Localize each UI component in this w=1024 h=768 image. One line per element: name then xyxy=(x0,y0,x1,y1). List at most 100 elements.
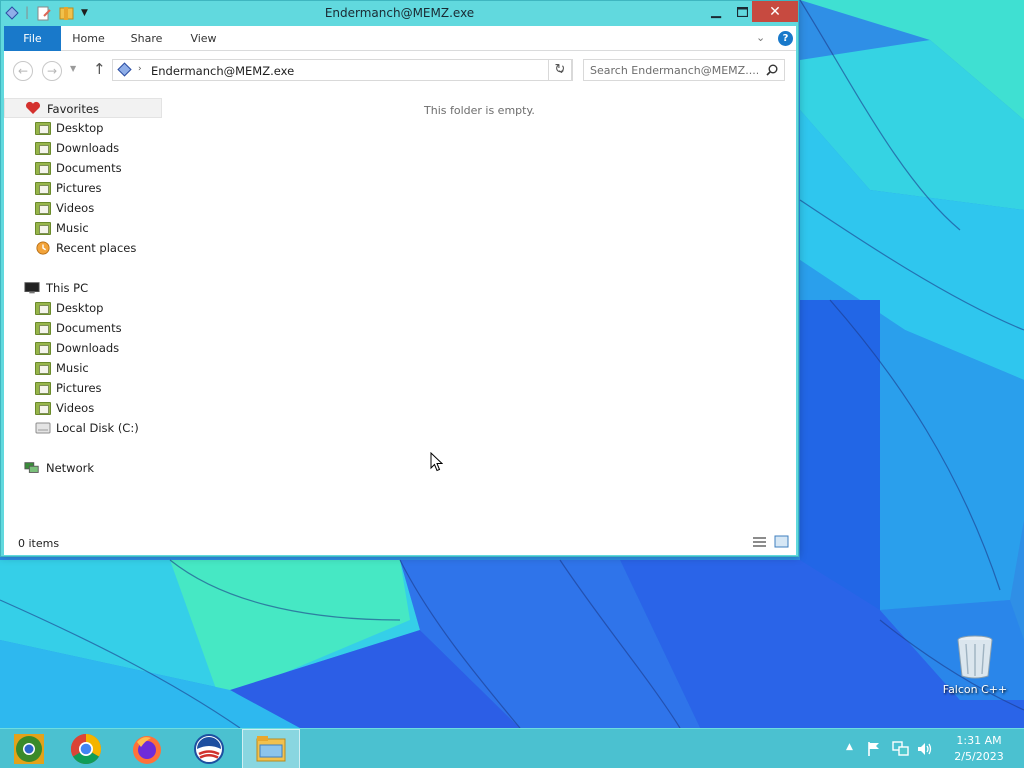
explorer-window: | ▼ Endermanch@MEMZ.exe ▁ ✕ File Home Sh… xyxy=(0,0,799,557)
obama-icon xyxy=(194,734,224,764)
downloads-folder-icon xyxy=(35,141,51,155)
nav-label: Network xyxy=(46,461,95,475)
item-count: 0 items xyxy=(18,537,60,550)
nav-pc-downloads[interactable]: Downloads xyxy=(4,338,162,358)
nav-pc-pictures[interactable]: Pictures xyxy=(4,378,162,398)
nav-fav-music[interactable]: Music xyxy=(4,218,162,238)
nav-label: This PC xyxy=(46,281,89,295)
close-button[interactable]: ✕ xyxy=(752,1,798,22)
search-icon[interactable] xyxy=(766,64,778,76)
tab-view[interactable]: View xyxy=(181,26,226,51)
taskbar-obama-app[interactable] xyxy=(180,729,238,768)
nav-pc-music[interactable]: Music xyxy=(4,358,162,378)
search-input[interactable] xyxy=(590,63,758,78)
nav-pc-documents[interactable]: Documents xyxy=(4,318,162,338)
taskbar-file-explorer[interactable] xyxy=(242,729,300,768)
help-icon[interactable]: ? xyxy=(778,31,793,46)
clock-time: 1:31 AM xyxy=(956,734,1002,747)
taskbar-chrome[interactable] xyxy=(57,729,115,768)
recycle-bin-shortcut[interactable]: Falcon C++ xyxy=(940,632,1010,700)
up-arrow-icon[interactable]: ↑ xyxy=(93,60,106,78)
heart-icon xyxy=(26,101,40,114)
clock[interactable]: 1:31 AM 2/5/2023 xyxy=(944,733,1014,765)
nav-fav-desktop[interactable]: Desktop xyxy=(4,118,162,138)
nav-pc-videos[interactable]: Videos xyxy=(4,398,162,418)
music-folder-icon xyxy=(35,361,51,375)
nav-network[interactable]: Network xyxy=(4,458,162,478)
nav-favorites[interactable]: Favorites xyxy=(4,98,162,118)
address-box[interactable]: › Endermanch@MEMZ.exe ⌄ xyxy=(112,59,573,81)
chrome-icon xyxy=(70,734,102,765)
maximize-icon xyxy=(736,6,748,17)
nav-fav-recent-places[interactable]: Recent places xyxy=(4,238,162,258)
nav-label: Videos xyxy=(56,201,95,215)
nav-label: Downloads xyxy=(56,141,120,155)
breadcrumb-chevron-icon[interactable]: › xyxy=(138,64,142,74)
nav-fav-pictures[interactable]: Pictures xyxy=(4,178,162,198)
forward-button[interactable]: → xyxy=(42,61,62,81)
taskbar-firefox[interactable] xyxy=(118,729,176,768)
desktop-folder-icon xyxy=(35,121,51,135)
network-tray-icon[interactable] xyxy=(892,741,910,757)
videos-folder-icon xyxy=(35,201,51,215)
nav-pc-local-disk[interactable]: Local Disk (C:) xyxy=(4,418,162,438)
taskbar: ▲ 1:31 AM 2/5/2023 xyxy=(0,728,1024,768)
action-center-flag-icon[interactable] xyxy=(866,741,882,757)
recycle-bin-icon xyxy=(957,635,993,679)
nav-label: Documents xyxy=(56,321,122,335)
recent-locations-icon[interactable]: ▼ xyxy=(70,64,76,73)
tab-file[interactable]: File xyxy=(4,26,61,51)
ribbon-tabs: File Home Share View ⌄ ? xyxy=(4,26,796,51)
pictures-folder-icon xyxy=(35,381,51,395)
back-arrow-icon: ← xyxy=(17,64,29,78)
network-icon xyxy=(24,462,39,473)
search-box[interactable] xyxy=(583,59,785,81)
volume-icon[interactable] xyxy=(916,741,934,757)
nav-label: Desktop xyxy=(56,301,104,315)
nav-label: Music xyxy=(56,361,89,375)
breadcrumb-path[interactable]: Endermanch@MEMZ.exe xyxy=(151,64,294,78)
expand-ribbon-icon[interactable]: ⌄ xyxy=(756,31,765,44)
nav-fav-documents[interactable]: Documents xyxy=(4,158,162,178)
tab-home[interactable]: Home xyxy=(66,26,111,51)
videos-folder-icon xyxy=(35,401,51,415)
empty-folder-message: This folder is empty. xyxy=(424,104,535,117)
taskbar-chrome-canary[interactable] xyxy=(0,729,58,768)
chrome-canary-icon xyxy=(14,734,44,764)
refresh-button[interactable]: ↻ xyxy=(548,59,572,81)
nav-fav-downloads[interactable]: Downloads xyxy=(4,138,162,158)
navigation-pane: Favorites Desktop Downloads Documents Pi… xyxy=(4,91,162,530)
clock-date: 2/5/2023 xyxy=(954,750,1004,763)
address-bar-row: ← → ▼ ↑ › Endermanch@MEMZ.exe ⌄ ↻ xyxy=(4,51,796,91)
status-bar: 0 items xyxy=(4,530,796,555)
forward-arrow-icon: → xyxy=(46,64,58,78)
firefox-icon xyxy=(133,736,161,764)
tab-share[interactable]: Share xyxy=(124,26,169,51)
documents-folder-icon xyxy=(35,321,51,335)
nav-label: Recent places xyxy=(56,241,137,255)
title-bar[interactable]: | ▼ Endermanch@MEMZ.exe ▁ ✕ xyxy=(1,1,798,26)
pictures-folder-icon xyxy=(35,181,51,195)
large-icons-view-icon[interactable] xyxy=(774,535,789,548)
window-title: Endermanch@MEMZ.exe xyxy=(324,6,475,20)
nav-this-pc[interactable]: This PC xyxy=(4,278,162,298)
nav-label: Downloads xyxy=(56,341,120,355)
nav-fav-videos[interactable]: Videos xyxy=(4,198,162,218)
nav-label: Documents xyxy=(56,161,122,175)
desktop-folder-icon xyxy=(35,301,51,315)
file-explorer-icon xyxy=(256,736,286,762)
details-view-icon[interactable] xyxy=(752,536,767,548)
mouse-cursor-icon xyxy=(430,452,443,472)
nav-pc-desktop[interactable]: Desktop xyxy=(4,298,162,318)
nav-label: Videos xyxy=(56,401,95,415)
minimize-icon: ▁ xyxy=(711,4,721,19)
recycle-bin-label: Falcon C++ xyxy=(942,683,1008,696)
folder-diamond-icon xyxy=(117,62,132,77)
refresh-icon: ↻ xyxy=(554,62,566,77)
music-folder-icon xyxy=(35,221,51,235)
nav-label: Pictures xyxy=(56,381,102,395)
recent-places-icon xyxy=(36,241,50,255)
content-area: Favorites Desktop Downloads Documents Pi… xyxy=(4,91,796,530)
show-hidden-icons-icon[interactable]: ▲ xyxy=(846,742,853,752)
back-button[interactable]: ← xyxy=(13,61,33,81)
